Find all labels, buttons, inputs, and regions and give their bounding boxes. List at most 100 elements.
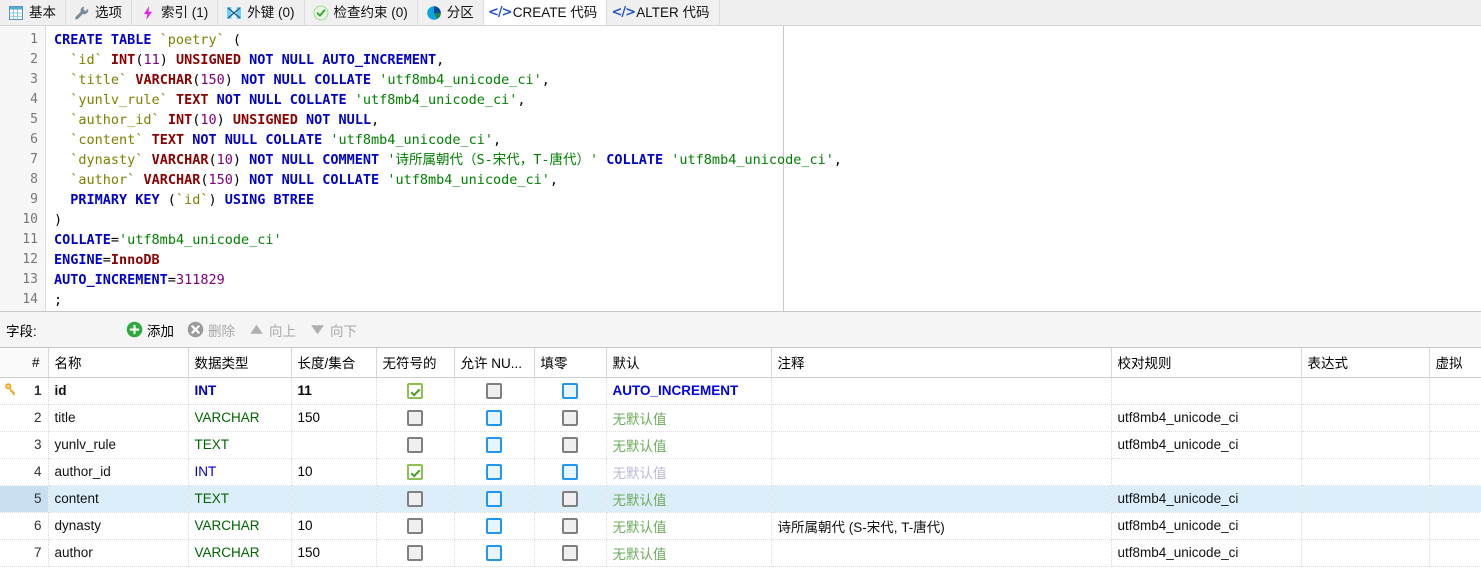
header-col-index[interactable]: #: [0, 348, 49, 378]
virtual-cell[interactable]: [1429, 485, 1481, 513]
nullable-checkbox[interactable]: [486, 490, 502, 507]
code-line[interactable]: `dynasty` VARCHAR(10) NOT NULL COMMENT '…: [46, 150, 1481, 170]
header-col-default[interactable]: 默认: [606, 348, 772, 378]
default-cell[interactable]: 无默认值: [606, 458, 772, 486]
zerofill-checkbox[interactable]: [562, 436, 578, 453]
nullable-checkbox-cell[interactable]: [454, 512, 535, 540]
table-row[interactable]: 7 author VARCHAR 150 无默认值 utf8mb4_unicode_ci: [0, 539, 1481, 567]
row-index-cell[interactable]: 4: [0, 458, 49, 486]
columns-grid-container[interactable]: # 名称 数据类型 长度/集合 无符号的 允许 NU... 填零 默认 注释 校对规则 表达式 虚拟 …: [0, 348, 1481, 585]
zerofill-checkbox-cell[interactable]: [534, 458, 607, 486]
unsigned-checkbox[interactable]: [407, 382, 423, 399]
unsigned-checkbox-cell[interactable]: [376, 512, 455, 540]
unsigned-checkbox[interactable]: [407, 490, 423, 507]
header-col-unsigned[interactable]: 无符号的: [376, 348, 455, 378]
collation-cell[interactable]: utf8mb4_unicode_ci: [1111, 512, 1302, 540]
comment-cell[interactable]: 诗所属朝代 (S-宋代, T-唐代): [771, 512, 1112, 540]
tab-6[interactable]: 分区: [417, 0, 484, 25]
default-cell[interactable]: 无默认值: [606, 512, 772, 540]
nullable-checkbox-cell[interactable]: [454, 377, 535, 405]
unsigned-checkbox[interactable]: [407, 436, 423, 453]
code-line[interactable]: PRIMARY KEY (`id`) USING BTREE: [46, 190, 1481, 210]
row-index-cell[interactable]: 6: [0, 512, 49, 540]
zerofill-checkbox[interactable]: [562, 544, 578, 561]
header-col-virtual[interactable]: 虚拟: [1429, 348, 1481, 378]
virtual-cell[interactable]: [1429, 512, 1481, 540]
unsigned-checkbox-cell[interactable]: [376, 485, 455, 513]
unsigned-checkbox-cell[interactable]: [376, 377, 455, 405]
datatype-cell[interactable]: INT: [188, 458, 292, 486]
default-cell[interactable]: 无默认值: [606, 485, 772, 513]
virtual-cell[interactable]: [1429, 431, 1481, 459]
zerofill-checkbox-cell[interactable]: [534, 404, 607, 432]
column-name-cell[interactable]: yunlv_rule: [48, 431, 189, 459]
code-line[interactable]: `title` VARCHAR(150) NOT NULL COLLATE 'u…: [46, 70, 1481, 90]
nullable-checkbox[interactable]: [486, 382, 502, 399]
nullable-checkbox-cell[interactable]: [454, 431, 535, 459]
default-cell[interactable]: 无默认值: [606, 539, 772, 567]
datatype-cell[interactable]: TEXT: [188, 431, 292, 459]
nullable-checkbox[interactable]: [486, 409, 502, 426]
header-col-length[interactable]: 长度/集合: [291, 348, 377, 378]
zerofill-checkbox[interactable]: [562, 409, 578, 426]
virtual-cell[interactable]: [1429, 377, 1481, 405]
length-cell[interactable]: 11: [291, 377, 377, 405]
unsigned-checkbox-cell[interactable]: [376, 431, 455, 459]
zerofill-checkbox-cell[interactable]: [534, 431, 607, 459]
sql-code-area[interactable]: CREATE TABLE `poetry` ( `id` INT(11) UNS…: [46, 26, 1481, 311]
column-name-cell[interactable]: content: [48, 485, 189, 513]
collation-cell[interactable]: utf8mb4_unicode_ci: [1111, 485, 1302, 513]
zerofill-checkbox-cell[interactable]: [534, 539, 607, 567]
code-line[interactable]: `author_id` INT(10) UNSIGNED NOT NULL,: [46, 110, 1481, 130]
tab-1[interactable]: 基本: [0, 0, 66, 25]
code-line[interactable]: ): [46, 210, 1481, 230]
zerofill-checkbox[interactable]: [562, 490, 578, 507]
row-index-cell[interactable]: 7: [0, 539, 49, 567]
virtual-cell[interactable]: [1429, 539, 1481, 567]
expression-cell[interactable]: [1301, 458, 1430, 486]
column-name-cell[interactable]: id: [48, 377, 189, 405]
tab-8[interactable]: </> ALTER 代码: [607, 0, 720, 25]
zerofill-checkbox[interactable]: [562, 463, 578, 480]
code-line[interactable]: ;: [46, 290, 1481, 310]
tab-3[interactable]: 索引 (1): [132, 0, 219, 25]
column-name-cell[interactable]: author_id: [48, 458, 189, 486]
expression-cell[interactable]: [1301, 539, 1430, 567]
zerofill-checkbox-cell[interactable]: [534, 512, 607, 540]
header-col-comment[interactable]: 注释: [771, 348, 1112, 378]
table-row[interactable]: 5 content TEXT 无默认值 utf8mb4_unicode_ci: [0, 485, 1481, 513]
row-index-cell[interactable]: 1: [0, 377, 49, 405]
comment-cell[interactable]: [771, 404, 1112, 432]
zerofill-checkbox-cell[interactable]: [534, 485, 607, 513]
comment-cell[interactable]: [771, 485, 1112, 513]
code-line[interactable]: `yunlv_rule` TEXT NOT NULL COLLATE 'utf8…: [46, 90, 1481, 110]
length-cell[interactable]: [291, 485, 377, 513]
table-row[interactable]: 6 dynasty VARCHAR 10 无默认值 诗所属朝代 (S-宋代, T-唐代) u…: [0, 512, 1481, 540]
create-code-editor[interactable]: 1 2 3 4 5 6 7 8 9 10 11 12 13 14 CREATE TABLE `poetry…: [0, 26, 1481, 312]
zerofill-checkbox[interactable]: [562, 517, 578, 534]
code-line[interactable]: AUTO_INCREMENT=311829: [46, 270, 1481, 290]
collation-cell[interactable]: utf8mb4_unicode_ci: [1111, 431, 1302, 459]
expression-cell[interactable]: [1301, 431, 1430, 459]
table-row[interactable]: 2 title VARCHAR 150 无默认值 utf8mb4_unicode_ci: [0, 404, 1481, 432]
nullable-checkbox-cell[interactable]: [454, 458, 535, 486]
comment-cell[interactable]: [771, 539, 1112, 567]
unsigned-checkbox[interactable]: [407, 517, 423, 534]
code-line[interactable]: `id` INT(11) UNSIGNED NOT NULL AUTO_INCR…: [46, 50, 1481, 70]
unsigned-checkbox-cell[interactable]: [376, 458, 455, 486]
table-row[interactable]: 3 yunlv_rule TEXT 无默认值 utf8mb4_unicode_ci: [0, 431, 1481, 459]
header-col-collation[interactable]: 校对规则: [1111, 348, 1302, 378]
nullable-checkbox-cell[interactable]: [454, 539, 535, 567]
column-name-cell[interactable]: author: [48, 539, 189, 567]
unsigned-checkbox-cell[interactable]: [376, 539, 455, 567]
tab-7[interactable]: </> CREATE 代码: [483, 0, 608, 25]
length-cell[interactable]: 150: [291, 404, 377, 432]
row-index-cell[interactable]: 2: [0, 404, 49, 432]
datatype-cell[interactable]: VARCHAR: [188, 404, 292, 432]
tab-4[interactable]: 外键 (0): [218, 0, 305, 25]
code-line[interactable]: COLLATE='utf8mb4_unicode_ci': [46, 230, 1481, 250]
header-col-nullable[interactable]: 允许 NU...: [454, 348, 535, 378]
nullable-checkbox[interactable]: [486, 463, 502, 480]
nullable-checkbox[interactable]: [486, 544, 502, 561]
collation-cell[interactable]: utf8mb4_unicode_ci: [1111, 539, 1302, 567]
